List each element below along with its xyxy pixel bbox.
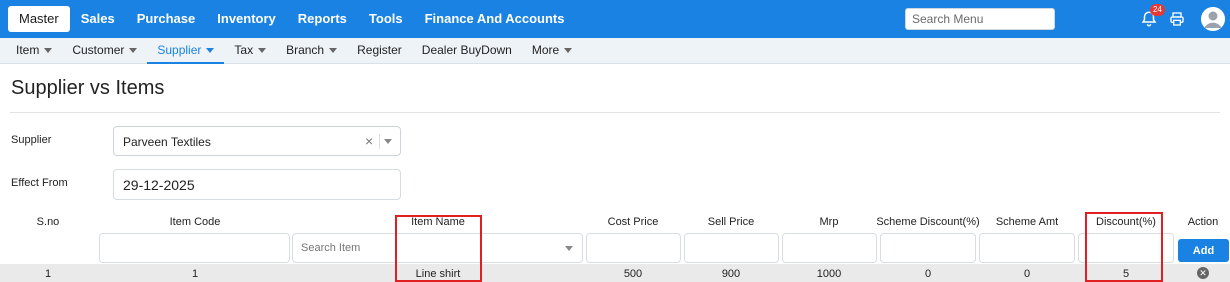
supplier-label: Supplier [11,134,52,146]
page-title: Supplier vs Items [11,77,165,99]
chevron-down-icon [206,48,215,54]
notification-badge: 24 [1150,4,1165,16]
submenu-more[interactable]: More [522,38,582,64]
col-header-scheme-discount: Scheme Discount(%) [876,216,980,228]
divider [10,112,1220,113]
avatar-icon[interactable] [1201,7,1225,31]
menu-inventory[interactable]: Inventory [206,6,287,32]
scheme-amt-input[interactable] [979,233,1075,263]
sub-navbar: Item Customer Supplier Tax Branch Regist… [0,38,1230,64]
supplier-select[interactable]: Parveen Textiles × [113,126,401,156]
chevron-down-icon[interactable] [565,246,573,251]
chevron-down-icon [258,48,267,54]
col-header-sell-price: Sell Price [707,216,755,228]
search-menu-input[interactable] [905,8,1055,30]
effect-from-label: Effect From [11,177,68,189]
cell-scheme-discount: 0 [924,268,932,280]
chevron-down-icon [564,48,573,54]
delete-icon[interactable]: ✕ [1197,267,1209,279]
menu-sales[interactable]: Sales [70,6,126,32]
effect-from-date-input[interactable] [113,169,401,200]
supplier-value: Parveen Textiles [123,135,211,149]
submenu-item-label: Item [16,43,40,57]
cell-cost-price: 500 [623,268,643,280]
scheme-discount-input[interactable] [880,233,976,263]
submenu-supplier-label: Supplier [157,43,202,57]
submenu-customer-label: Customer [72,43,125,57]
submenu-item[interactable]: Item [6,38,62,64]
clear-icon[interactable]: × [365,133,373,149]
submenu-supplier[interactable]: Supplier [147,38,225,64]
submenu-dealer-buydown[interactable]: Dealer BuyDown [412,38,522,64]
submenu-tax-label: Tax [234,43,254,57]
cell-sno: 1 [44,268,52,280]
cell-item-code: 1 [191,268,199,280]
highlight-box-item-name [395,215,482,282]
mrp-input[interactable] [782,233,877,263]
highlight-box-discount [1085,212,1163,282]
col-header-item-code: Item Code [169,216,221,228]
sell-price-input[interactable] [684,233,779,263]
submenu-customer[interactable]: Customer [62,38,147,64]
chevron-down-icon [129,48,138,54]
sub-menu: Item Customer Supplier Tax Branch Regist… [6,38,582,64]
cell-mrp: 1000 [816,268,842,280]
menu-tools[interactable]: Tools [358,6,414,32]
col-header-sno: S.no [36,216,60,228]
submenu-register-label: Register [357,43,402,57]
menu-reports[interactable]: Reports [287,6,358,32]
submenu-more-label: More [531,43,560,57]
chevron-down-icon [329,48,338,54]
submenu-branch-label: Branch [286,43,325,57]
col-header-cost-price: Cost Price [607,216,659,228]
item-code-input[interactable] [99,233,290,263]
submenu-branch[interactable]: Branch [276,38,347,64]
chevron-down-icon [44,48,53,54]
submenu-tax[interactable]: Tax [224,38,276,64]
cell-sell-price: 900 [721,268,741,280]
chevron-down-icon[interactable] [384,139,392,144]
col-header-scheme-amt: Scheme Amt [995,216,1059,228]
col-header-mrp: Mrp [819,216,839,228]
divider [379,134,380,149]
top-navbar: Master Sales Purchase Inventory Reports … [0,0,1230,38]
menu-master[interactable]: Master [8,6,70,32]
cell-scheme-amt: 0 [1023,268,1031,280]
printer-icon[interactable] [1169,11,1185,27]
submenu-dealer-buydown-label: Dealer BuyDown [421,43,512,57]
menu-finance-and-accounts[interactable]: Finance And Accounts [414,6,576,32]
cost-price-input[interactable] [586,233,681,263]
add-button[interactable]: Add [1178,239,1229,262]
menu-purchase[interactable]: Purchase [126,6,207,32]
col-header-action: Action [1187,216,1219,228]
main-menu: Master Sales Purchase Inventory Reports … [8,6,576,32]
submenu-register[interactable]: Register [347,38,412,64]
